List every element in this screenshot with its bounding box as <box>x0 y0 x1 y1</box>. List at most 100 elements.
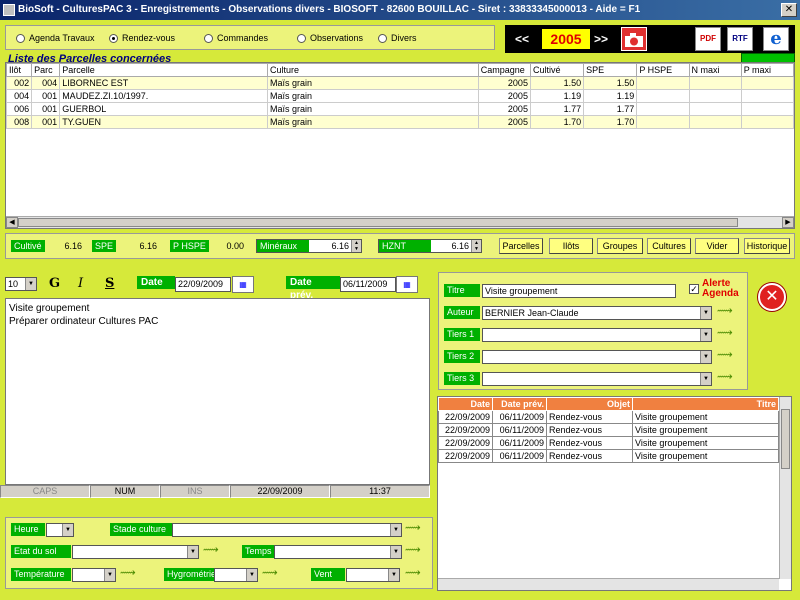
vent-select[interactable]: ▼ <box>346 568 400 582</box>
radio-agenda-travaux[interactable]: Agenda Travaux <box>16 32 95 44</box>
handshake-icon[interactable]: ⟿ <box>405 543 421 556</box>
ie-icon[interactable]: e <box>763 27 789 51</box>
table-row[interactable]: 006 001 GUERBOL Maïs grain 2005 1.77 1.77 <box>5 102 795 116</box>
col-objet[interactable]: Objet <box>546 397 633 411</box>
handshake-icon[interactable]: ⟿ <box>717 370 733 383</box>
font-size-select[interactable]: 10 ▼ <box>5 277 37 291</box>
delete-icon[interactable]: ✕ <box>758 283 786 311</box>
record-type-panel: Agenda Travaux Rendez-vous Commandes Obs… <box>5 25 495 50</box>
table-row[interactable]: 22/09/2009 06/11/2009 Rendez-vous Visite gr… <box>438 410 791 424</box>
tiers3-select[interactable]: ▼ <box>482 372 712 386</box>
radio-commandes[interactable]: Commandes <box>204 32 268 44</box>
titre-input[interactable]: Visite groupement <box>482 284 676 298</box>
calendar-icon[interactable]: ▦ <box>232 276 254 293</box>
pdf-icon[interactable]: PDF <box>695 27 721 51</box>
cultures-button[interactable]: Cultures <box>647 238 691 254</box>
stade-culture-select[interactable]: ▼ <box>172 523 402 537</box>
appointment-form: Titre Visite groupement ✓ Alerte Agenda … <box>438 272 748 390</box>
tiers3-label: Tiers 3 <box>444 372 480 385</box>
col-date-prev[interactable]: Date prév. <box>492 397 547 411</box>
note-textarea[interactable]: Visite groupement Préparer ordinateur Cu… <box>5 298 430 485</box>
handshake-icon[interactable]: ⟿ <box>262 566 278 579</box>
mineraux-spinner[interactable]: Minéraux 6.16 ▲ ▼ <box>256 239 362 253</box>
handshake-icon[interactable]: ⟿ <box>405 521 421 534</box>
col-campagne[interactable]: Campagne <box>477 63 531 77</box>
note-editor: 10 ▼ G I S Date 22/09/2009 ▦ Date prév. 0… <box>3 273 431 498</box>
bold-button[interactable]: G <box>49 276 60 291</box>
italic-button[interactable]: I <box>78 276 83 291</box>
hznt-spinner[interactable]: HZNT 6.16 ▲ ▼ <box>378 239 482 253</box>
auteur-select[interactable]: BERNIER Jean-Claude ▼ <box>482 306 712 320</box>
horizontal-scrollbar[interactable]: ◀ ▶ <box>6 216 794 228</box>
close-window-button[interactable]: ✕ <box>781 3 797 17</box>
table-row[interactable]: 008 001 TY.GUEN Maïs grain 2005 1.70 1.70 <box>5 115 795 129</box>
table-row[interactable]: 22/09/2009 06/11/2009 Rendez-vous Visite gr… <box>438 423 791 437</box>
col-titre[interactable]: Titre <box>632 397 779 411</box>
historique-button[interactable]: Historique <box>744 238 790 254</box>
alerte-agenda-checkbox[interactable]: ✓ <box>689 284 699 294</box>
rtf-icon[interactable]: RTF <box>727 27 753 51</box>
calendar-icon[interactable]: ▦ <box>396 276 418 293</box>
handshake-icon[interactable]: ⟿ <box>717 326 733 339</box>
parcel-table: Ilôt Parc Parcelle Culture Campagne Cult… <box>5 62 795 229</box>
vider-button[interactable]: Vider <box>695 238 739 254</box>
col-spe[interactable]: SPE <box>583 63 638 77</box>
date-input[interactable]: 22/09/2009 <box>175 277 231 292</box>
horizontal-scrollbar[interactable] <box>438 578 779 590</box>
handshake-icon[interactable]: ⟿ <box>120 566 136 579</box>
temperature-select[interactable]: ▼ <box>72 568 116 582</box>
radio-rendez-vous[interactable]: Rendez-vous <box>109 32 175 44</box>
editor-toolbar: 10 ▼ G I S Date 22/09/2009 ▦ Date prév. 0… <box>3 273 431 301</box>
handshake-icon[interactable]: ⟿ <box>717 348 733 361</box>
scroll-thumb[interactable] <box>18 218 738 227</box>
hygrometrie-select[interactable]: ▼ <box>214 568 258 582</box>
underline-button[interactable]: S <box>105 276 114 291</box>
table-row[interactable]: 22/09/2009 06/11/2009 Rendez-vous Visite gr… <box>438 436 791 450</box>
col-parcelle[interactable]: Parcelle <box>59 63 268 77</box>
appointment-list: Date Date prév. Objet Titre A 22/09/2009… <box>437 396 792 591</box>
handshake-icon[interactable]: ⟿ <box>203 543 219 556</box>
radio-dot <box>297 33 306 43</box>
radio-observations[interactable]: Observations <box>297 32 363 44</box>
ilots-button[interactable]: Ilôts <box>549 238 593 254</box>
tiers1-select[interactable]: ▼ <box>482 328 712 342</box>
heure-select[interactable]: ▼ <box>46 523 74 537</box>
table-row[interactable]: 002 004 LIBORNEC EST Maïs grain 2005 1.50 1.50 <box>5 76 795 90</box>
prev-year-button[interactable]: << <box>515 32 529 46</box>
spinner-arrows-icon[interactable]: ▲ ▼ <box>351 240 361 252</box>
col-parc[interactable]: Parc <box>31 63 61 77</box>
col-phspe[interactable]: P HSPE <box>636 63 690 77</box>
handshake-icon[interactable]: ⟿ <box>405 566 421 579</box>
col-ilot[interactable]: Ilôt <box>5 63 33 77</box>
groupes-button[interactable]: Groupes <box>597 238 643 254</box>
tiers2-select[interactable]: ▼ <box>482 350 712 364</box>
tiers1-label: Tiers 1 <box>444 328 480 341</box>
col-nmaxi[interactable]: N maxi <box>688 63 742 77</box>
chevron-down-icon: ▼ <box>62 524 73 536</box>
vertical-scrollbar[interactable] <box>779 397 791 579</box>
next-year-button[interactable]: >> <box>594 32 608 46</box>
scroll-right-icon[interactable]: ▶ <box>782 217 794 228</box>
scroll-left-icon[interactable]: ◀ <box>6 217 18 228</box>
temps-select[interactable]: ▼ <box>274 545 402 559</box>
handshake-icon[interactable]: ⟿ <box>717 304 733 317</box>
chevron-down-icon: ▼ <box>390 524 401 536</box>
date-prev-input[interactable]: 06/11/2009 <box>340 277 396 292</box>
table-row[interactable]: 004 001 MAUDEZ.ZI.10/1997. Maïs grain 2005 1.… <box>5 89 795 103</box>
col-date[interactable]: Date <box>438 397 493 411</box>
tiers2-label: Tiers 2 <box>444 350 480 363</box>
radio-divers[interactable]: Divers <box>378 32 417 44</box>
auteur-label: Auteur <box>444 306 480 319</box>
camera-icon[interactable] <box>621 27 647 51</box>
col-culture[interactable]: Culture <box>266 63 479 77</box>
etat-sol-select[interactable]: ▼ <box>72 545 199 559</box>
parcelles-button[interactable]: Parcelles <box>499 238 543 254</box>
status-time: 11:37 <box>330 485 430 498</box>
spinner-arrows-icon[interactable]: ▲ ▼ <box>471 240 481 252</box>
col-pmaxi[interactable]: P maxi <box>740 63 795 77</box>
col-cultive[interactable]: Cultivé <box>529 63 585 77</box>
radio-dot <box>16 33 25 43</box>
chevron-down-icon: ▼ <box>388 569 399 581</box>
scroll-thumb[interactable] <box>781 409 790 469</box>
table-row[interactable]: 22/09/2009 06/11/2009 Rendez-vous Visite gr… <box>438 449 791 463</box>
